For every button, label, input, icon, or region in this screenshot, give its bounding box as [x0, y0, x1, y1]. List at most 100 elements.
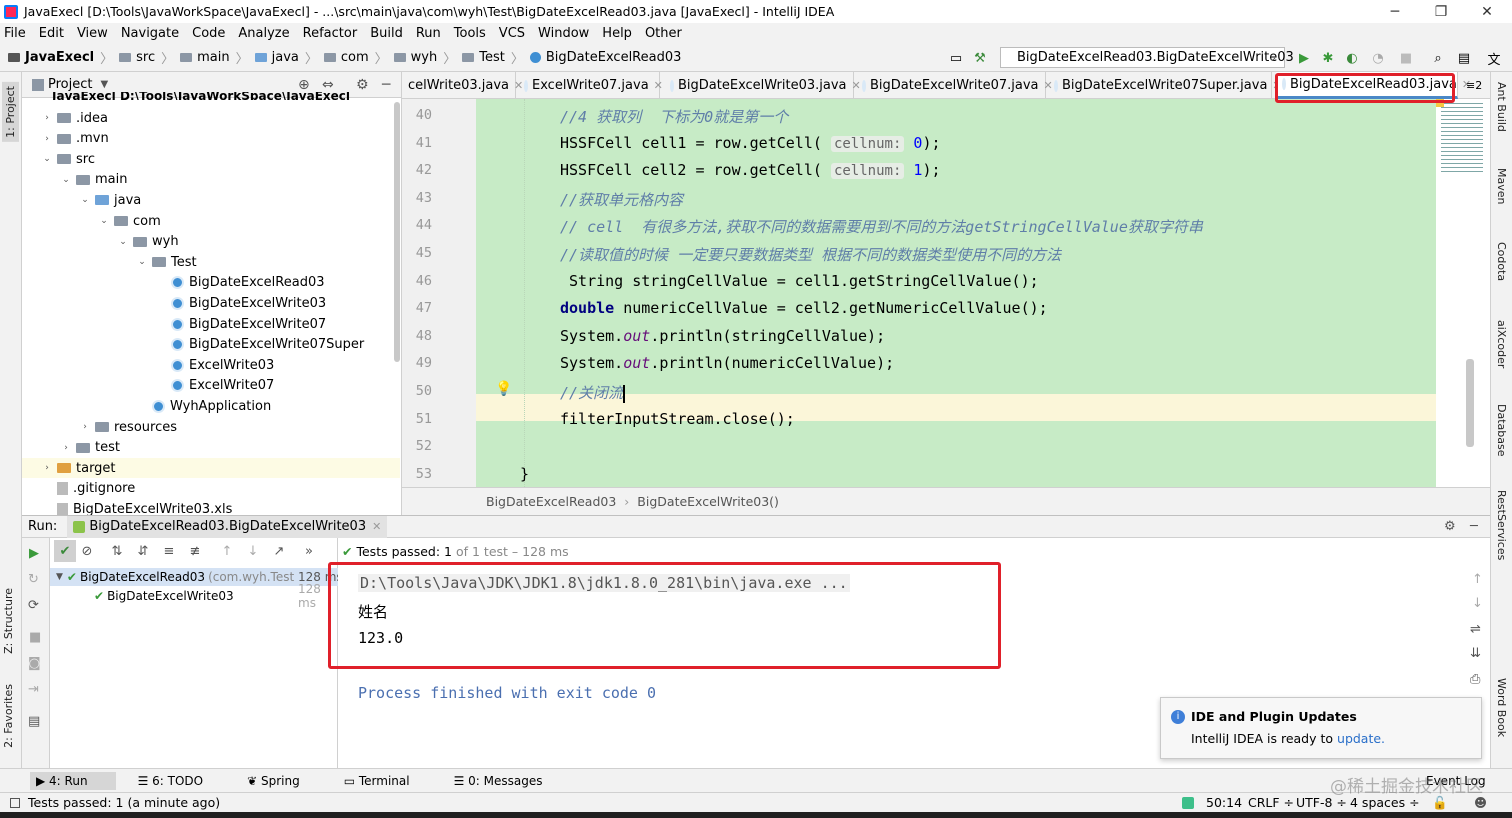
breadcrumb-class-item[interactable]: BigDateExcelRead03 — [486, 494, 616, 509]
tree-item[interactable]: .gitignore — [22, 479, 400, 499]
menu-build[interactable]: Build — [370, 26, 403, 41]
menu-edit[interactable]: Edit — [39, 26, 64, 41]
chevron-down-icon[interactable]: ⌄ — [59, 175, 73, 185]
tree-item[interactable]: BigDateExcelWrite03 — [22, 293, 400, 313]
chevron-down-icon[interactable]: ▼ — [100, 79, 108, 90]
menu-tools[interactable]: Tools — [454, 26, 486, 41]
menu-window[interactable]: Window — [538, 26, 589, 41]
gear-icon[interactable]: ⚙ — [1444, 519, 1456, 534]
collapse-all-icon[interactable]: ≢ — [182, 544, 208, 559]
breadcrumb-com[interactable]: com 〉 — [323, 48, 388, 67]
breadcrumb-project[interactable]: JavaExecl 〉 — [8, 48, 113, 67]
search-icon[interactable]: ⌕ — [1430, 50, 1446, 66]
codota-status-icon[interactable] — [1182, 796, 1194, 809]
tab-todo[interactable]: ☰ 6: TODO — [138, 774, 226, 788]
menu-code[interactable]: Code — [192, 26, 225, 41]
menu-file[interactable]: File — [4, 26, 26, 41]
code-area[interactable]: //4 获取列 下标为0就是第一个 HSSFCell cell1 = row.ge… — [476, 99, 1436, 487]
maximize-button[interactable]: ❐ — [1418, 0, 1464, 23]
breadcrumb-test[interactable]: Test 〉 — [462, 48, 524, 67]
sort-alpha-icon[interactable]: ⇅ — [104, 544, 130, 559]
translate-icon[interactable]: 文 — [1486, 50, 1502, 68]
hide-panel-icon[interactable]: ─ — [1470, 519, 1478, 534]
project-scrollbar[interactable] — [394, 102, 400, 362]
menu-navigate[interactable]: Navigate — [121, 26, 179, 41]
collapse-all-icon[interactable]: ⇔ — [322, 77, 334, 93]
breadcrumb-method-item[interactable]: BigDateExcelWrite03() — [637, 494, 779, 509]
tree-item[interactable]: WyhApplication — [22, 396, 400, 416]
close-button[interactable]: ✕ — [1464, 0, 1510, 23]
tree-item[interactable]: › test — [22, 438, 400, 458]
chevron-right-icon[interactable]: › — [40, 134, 54, 144]
tree-item[interactable]: ⌄ src — [22, 149, 400, 169]
previous-failed-icon[interactable]: ↑ — [214, 544, 240, 559]
project-tool-tab[interactable]: 1: Project — [2, 82, 19, 142]
debug-icon[interactable]: ✱ — [1320, 50, 1336, 66]
tree-item[interactable]: ⌄ main — [22, 170, 400, 190]
maven-tool-tab[interactable]: Maven — [1495, 168, 1508, 204]
line-separator-select[interactable]: CRLF ÷ — [1248, 795, 1294, 810]
menu-other[interactable]: Other — [645, 26, 682, 41]
more-tabs-button[interactable]: ≡2 — [1460, 72, 1490, 99]
tab-messages[interactable]: ☰ 0: Messages — [454, 774, 565, 788]
locate-target-icon[interactable]: ⊕ — [298, 77, 310, 93]
toggle-tool-windows-icon[interactable] — [10, 797, 20, 808]
show-passed-icon[interactable]: ✔ — [54, 540, 76, 562]
project-root-row[interactable]: JavaExecl D:\Tools\JavaWorkSpace\JavaExe… — [52, 92, 350, 100]
tree-item[interactable]: ⌄ wyh — [22, 232, 400, 252]
hide-panel-icon[interactable]: ─ — [382, 77, 390, 93]
tree-item[interactable]: ⌄ java — [22, 190, 400, 210]
menu-view[interactable]: View — [77, 26, 108, 41]
tab-run[interactable]: ▶ 4: Run — [30, 771, 116, 790]
indent-select[interactable]: 4 spaces ÷ — [1350, 795, 1420, 810]
chevron-down-icon[interactable]: ⌄ — [78, 195, 92, 205]
scroll-up-icon[interactable]: ↑ — [1472, 572, 1483, 587]
layout-icon[interactable]: ▭ — [948, 50, 964, 66]
breadcrumb-class[interactable]: BigDateExcelRead03 — [529, 50, 681, 65]
run-configuration-select[interactable]: BigDateExcelRead03.BigDateExcelWrite03 ⌄ — [1000, 47, 1294, 68]
codota-tool-tab[interactable]: Codota — [1495, 242, 1508, 281]
coverage-icon[interactable]: ◐ — [1344, 50, 1360, 66]
run-icon[interactable]: ▶ — [1296, 50, 1312, 66]
ant-build-tool-tab[interactable]: Ant Build — [1495, 82, 1508, 132]
project-structure-icon[interactable]: ▤ — [1456, 50, 1472, 66]
cursor-position[interactable]: 50:14 — [1206, 795, 1242, 810]
build-hammer-icon[interactable]: ⚒ — [972, 50, 988, 66]
minimize-button[interactable]: ─ — [1372, 0, 1418, 23]
breadcrumb-wyh[interactable]: wyh 〉 — [393, 48, 456, 67]
exit-icon[interactable]: ⇥ — [28, 682, 39, 697]
encoding-select[interactable]: UTF-8 ÷ — [1296, 795, 1347, 810]
layout-icon[interactable]: ▤ — [28, 714, 40, 729]
update-link[interactable]: update. — [1337, 731, 1385, 746]
scroll-to-end-icon[interactable]: ⇊ — [1470, 646, 1481, 661]
soft-wrap-icon[interactable]: ⇌ — [1470, 622, 1481, 637]
tree-item[interactable]: ExcelWrite07 — [22, 376, 400, 396]
rerun-icon[interactable]: ▶ — [29, 546, 39, 561]
run-tab[interactable]: BigDateExcelRead03.BigDateExcelWrite03 ✕ — [67, 515, 388, 538]
inspector-icon[interactable]: ☻ — [1474, 795, 1487, 810]
more-icon[interactable]: » — [296, 544, 322, 559]
tab-spring[interactable]: ❦ Spring — [247, 774, 322, 788]
lightbulb-icon[interactable]: 💡 — [495, 381, 512, 397]
test-case-row[interactable]: ✔ BigDateExcelWrite03 128 ms — [50, 582, 338, 610]
expand-all-icon[interactable]: ≡ — [156, 544, 182, 559]
next-failed-icon[interactable]: ↓ — [240, 544, 266, 559]
chevron-right-icon[interactable]: › — [59, 443, 73, 453]
chevron-down-icon[interactable]: ⌄ — [97, 216, 111, 226]
gear-icon[interactable]: ⚙ — [356, 77, 369, 93]
breadcrumb-src[interactable]: src 〉 — [119, 48, 174, 67]
stop-icon[interactable]: ■ — [1398, 50, 1414, 66]
scroll-down-icon[interactable]: ↓ — [1472, 596, 1483, 611]
favorites-tool-tab[interactable]: 2: Favorites — [2, 684, 15, 748]
update-notification[interactable]: i IDE and Plugin Updates IntelliJ IDEA i… — [1160, 697, 1482, 759]
project-view-selector[interactable]: Project — [48, 77, 92, 92]
restservices-tool-tab[interactable]: RestServices — [1495, 490, 1508, 560]
toggle-autotest-icon[interactable]: ⟳ — [28, 598, 39, 613]
structure-tool-tab[interactable]: Z: Structure — [2, 588, 15, 654]
tree-item[interactable]: › target — [22, 458, 400, 479]
tree-item[interactable]: ExcelWrite03 — [22, 355, 400, 375]
show-ignored-icon[interactable]: ⊘ — [76, 544, 98, 559]
word-book-tool-tab[interactable]: Word Book — [1495, 678, 1508, 737]
rerun-failed-icon[interactable]: ↻ — [28, 572, 39, 587]
editor-scrollbar[interactable] — [1466, 359, 1474, 447]
